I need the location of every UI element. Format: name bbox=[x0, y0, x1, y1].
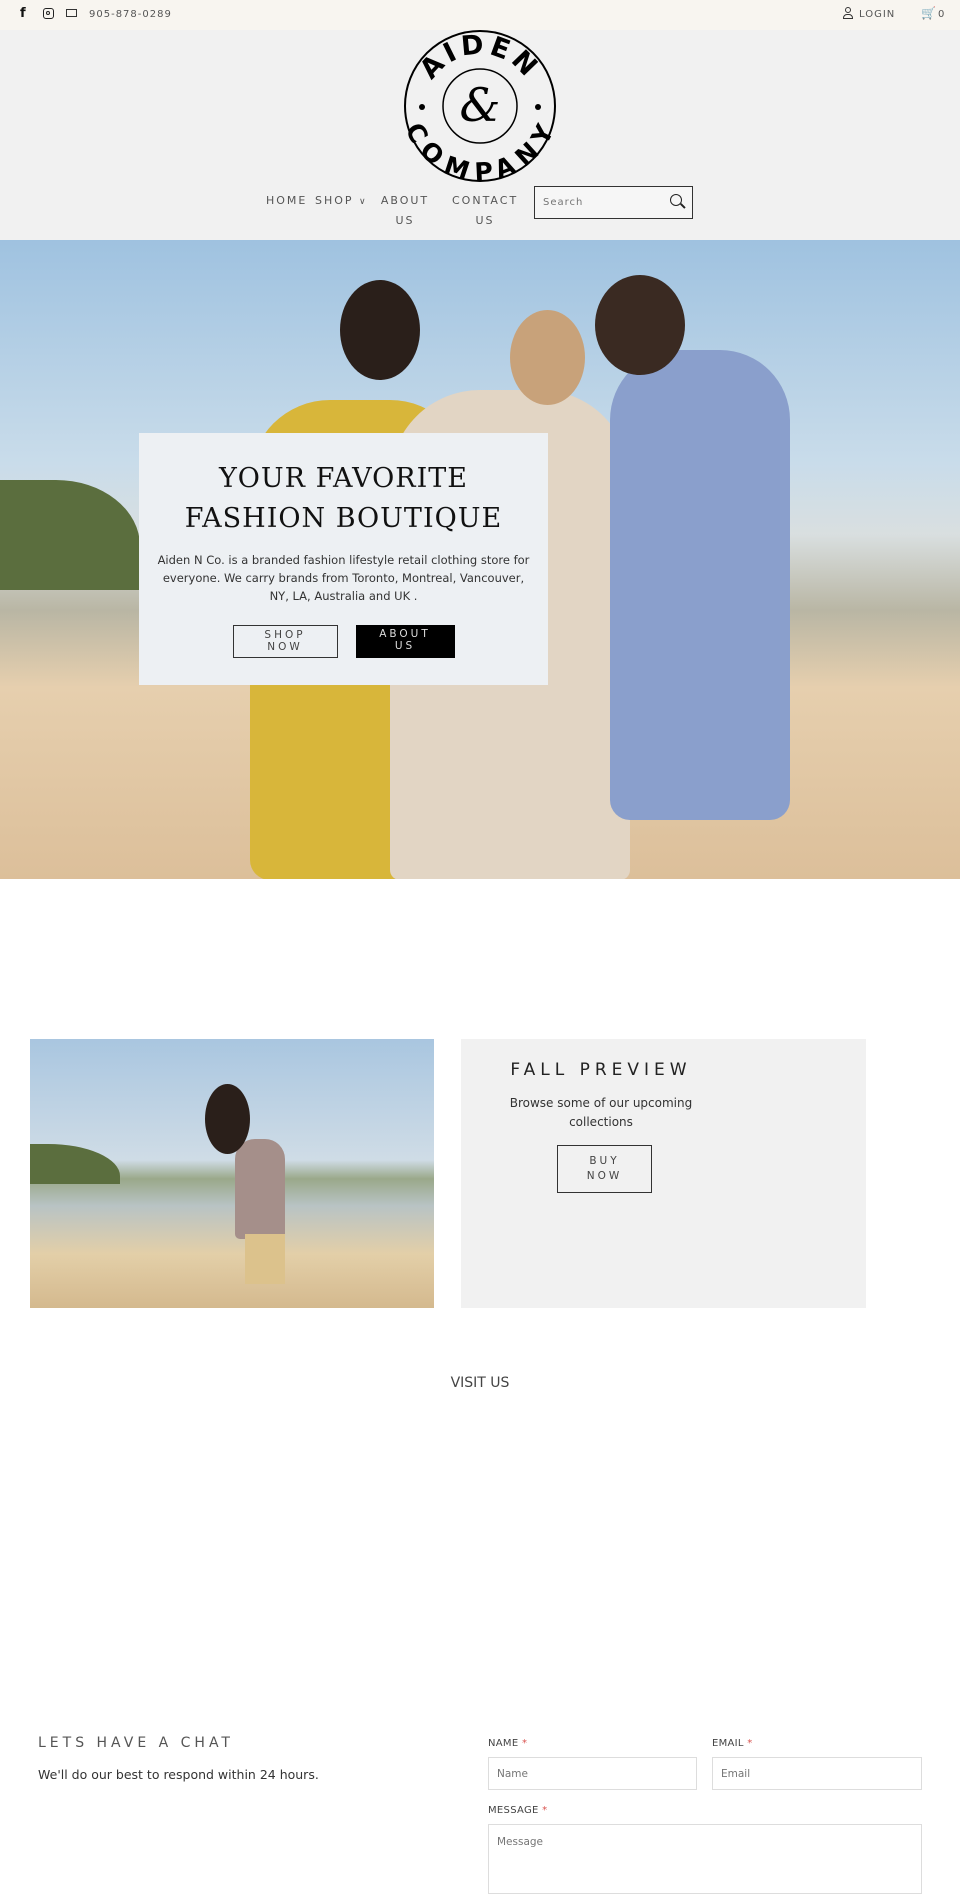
fall-preview-image bbox=[30, 1039, 434, 1308]
hero-overlay: YOUR FAVORITE FASHION BOUTIQUE Aiden N Co… bbox=[139, 433, 548, 685]
buy-now-button[interactable]: BUY NOW bbox=[557, 1145, 652, 1193]
logo[interactable]: AIDEN COMPANY & bbox=[403, 29, 557, 183]
message-label: MESSAGE * bbox=[488, 1805, 548, 1816]
model-hair bbox=[595, 275, 685, 375]
fall-preview-title: FALL PREVIEW bbox=[510, 1060, 692, 1080]
cart-icon[interactable]: 🛒 bbox=[921, 6, 936, 20]
hero-title-line2: FASHION BOUTIQUE bbox=[184, 503, 503, 534]
cart-count[interactable]: 0 bbox=[938, 9, 945, 20]
user-icon[interactable] bbox=[843, 7, 853, 20]
chevron-down-icon: ∨ bbox=[359, 197, 368, 207]
search-box bbox=[534, 186, 693, 219]
about-us-button[interactable]: ABOUT US bbox=[355, 625, 455, 658]
model-shorts bbox=[245, 1234, 285, 1284]
top-bar: f 905-878-0289 LOGIN 🛒 0 bbox=[0, 0, 960, 30]
shop-now-button[interactable]: SHOP NOW bbox=[232, 625, 338, 658]
hero-description: Aiden N Co. is a branded fashion lifesty… bbox=[157, 553, 530, 603]
hero-title-line1: YOUR FAVORITE bbox=[218, 463, 469, 494]
search-icon[interactable] bbox=[670, 194, 686, 209]
email-input[interactable] bbox=[712, 1757, 922, 1790]
hill bbox=[0, 480, 140, 590]
facebook-icon[interactable]: f bbox=[20, 6, 26, 21]
fall-preview-box: FALL PREVIEW Browse some of our upcoming… bbox=[461, 1039, 866, 1308]
email-label: EMAIL * bbox=[712, 1738, 753, 1749]
nav-about[interactable]: ABOUT US bbox=[380, 191, 430, 231]
model-blue-coat bbox=[610, 350, 790, 820]
nav-shop-label: SHOP bbox=[315, 194, 354, 207]
nav-home[interactable]: HOME bbox=[266, 191, 307, 211]
message-textarea[interactable] bbox=[488, 1824, 922, 1894]
svg-text:&: & bbox=[460, 78, 501, 132]
model-hair bbox=[510, 310, 585, 405]
svg-text:AIDEN: AIDEN bbox=[414, 29, 546, 85]
model-hair bbox=[205, 1084, 250, 1154]
instagram-icon[interactable] bbox=[43, 8, 54, 19]
mail-icon[interactable] bbox=[66, 9, 77, 17]
hill bbox=[30, 1144, 120, 1184]
nav-contact[interactable]: CONTACT US bbox=[452, 191, 518, 231]
phone-number[interactable]: 905-878-0289 bbox=[89, 9, 172, 20]
name-label: NAME * bbox=[488, 1738, 528, 1749]
fall-preview-text: Browse some of our upcoming collections bbox=[509, 1096, 693, 1129]
model-hair bbox=[340, 280, 420, 380]
login-link[interactable]: LOGIN bbox=[859, 9, 895, 20]
search-input[interactable] bbox=[535, 187, 655, 218]
nav-shop[interactable]: SHOP ∨ bbox=[315, 191, 368, 212]
chat-text: We'll do our best to respond within 24 h… bbox=[38, 1767, 319, 1782]
visit-us-title: VISIT US bbox=[450, 1375, 510, 1391]
chat-title: LETS HAVE A CHAT bbox=[38, 1735, 234, 1751]
model-jacket bbox=[235, 1139, 285, 1239]
name-input[interactable] bbox=[488, 1757, 697, 1790]
